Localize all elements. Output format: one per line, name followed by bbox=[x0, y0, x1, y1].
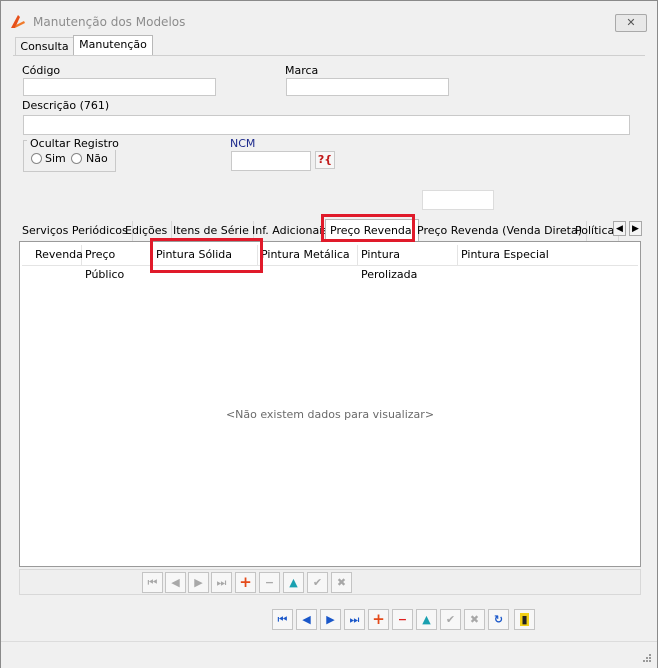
delete-button[interactable]: − bbox=[392, 609, 413, 630]
col-pintura-especial[interactable]: Pintura Especial bbox=[458, 245, 558, 265]
last-button[interactable]: ⏭ bbox=[344, 609, 365, 630]
next-button[interactable]: ▶ bbox=[320, 609, 341, 630]
grid-first-button[interactable]: ⏮ bbox=[142, 572, 163, 593]
first-record-icon: ⏮ bbox=[147, 576, 158, 589]
tabs-scroll-left[interactable]: ◀ bbox=[613, 221, 626, 236]
tab-politica[interactable]: Política bbox=[571, 221, 620, 241]
tab-manutencao[interactable]: Manutenção bbox=[73, 35, 153, 56]
close-button[interactable]: ✕ bbox=[615, 14, 647, 32]
ncm-input[interactable] bbox=[231, 151, 311, 171]
highlight-pintura-solida-column bbox=[150, 238, 263, 273]
help-icon: ?{ bbox=[317, 153, 333, 166]
grid-edit-button[interactable]: ▲ bbox=[283, 572, 304, 593]
descricao-label: Descrição (761) bbox=[22, 99, 110, 112]
col-preco-publico[interactable]: Preço Público bbox=[82, 245, 153, 281]
chevron-right-icon: ▶ bbox=[632, 224, 639, 234]
add-button[interactable]: + bbox=[368, 609, 389, 630]
prev-record-icon: ◀ bbox=[302, 613, 311, 626]
codigo-label: Código bbox=[22, 64, 61, 77]
prev-button[interactable]: ◀ bbox=[296, 609, 317, 630]
empty-message: <Não existem dados para visualizar> bbox=[225, 408, 435, 421]
marca-label: Marca bbox=[285, 64, 319, 77]
col-revenda[interactable]: Revenda bbox=[32, 245, 83, 265]
grid-confirm-button[interactable]: ✔ bbox=[307, 572, 328, 593]
grid-add-button[interactable]: + bbox=[235, 572, 256, 593]
col-pintura-perolizada[interactable]: Pintura Perolizada bbox=[358, 245, 458, 281]
tab-consulta[interactable]: Consulta bbox=[15, 37, 74, 56]
descricao-input[interactable] bbox=[23, 115, 630, 135]
marca-input[interactable] bbox=[286, 78, 449, 96]
last-record-icon: ⏭ bbox=[349, 613, 360, 626]
grid-delete-button[interactable]: − bbox=[259, 572, 280, 593]
cancel-icon: ✖ bbox=[336, 576, 347, 589]
ocultar-registro-label: Ocultar Registro bbox=[27, 137, 122, 150]
edit-up-icon: ▲ bbox=[422, 613, 431, 626]
add-icon: + bbox=[372, 610, 385, 628]
edit-button[interactable]: ▲ bbox=[416, 609, 437, 630]
exit-button[interactable]: ▮ bbox=[514, 609, 535, 630]
window-title: Manutenção dos Modelos bbox=[33, 15, 186, 29]
remove-icon: − bbox=[264, 576, 275, 589]
refresh-icon: ↻ bbox=[493, 613, 504, 626]
nao-radio[interactable] bbox=[71, 153, 82, 164]
add-icon: + bbox=[239, 573, 252, 591]
nao-label: Não bbox=[86, 152, 108, 165]
last-record-icon: ⏭ bbox=[216, 576, 227, 589]
status-bar bbox=[1, 641, 657, 668]
chevron-left-icon: ◀ bbox=[616, 224, 623, 234]
next-record-icon: ▶ bbox=[326, 613, 335, 626]
col-pintura-metalica[interactable]: Pintura Metálica bbox=[258, 245, 358, 265]
edit-up-icon: ▲ bbox=[289, 576, 298, 589]
check-icon: ✔ bbox=[445, 613, 456, 626]
grid-header: Revenda Preço Público Pintura Sólida Pin… bbox=[22, 245, 638, 281]
ncm-label: NCM bbox=[230, 137, 256, 150]
blank-field[interactable] bbox=[422, 190, 494, 210]
highlight-preco-revenda-tab bbox=[321, 214, 415, 242]
sim-radio[interactable] bbox=[31, 153, 42, 164]
ncm-lookup-button[interactable]: ?{ bbox=[315, 151, 335, 169]
preco-revenda-grid[interactable]: Revenda Preço Público Pintura Sólida Pin… bbox=[19, 241, 641, 567]
app-window: Manutenção dos Modelos ✕ Consulta Manute… bbox=[0, 0, 658, 668]
exit-door-icon: ▮ bbox=[520, 613, 529, 626]
remove-icon: − bbox=[397, 613, 408, 626]
grid-next-button[interactable]: ▶ bbox=[188, 572, 209, 593]
cancel-icon: ✖ bbox=[469, 613, 480, 626]
check-icon: ✔ bbox=[312, 576, 323, 589]
app-logo-icon bbox=[11, 15, 25, 28]
grid-last-button[interactable]: ⏭ bbox=[211, 572, 232, 593]
grid-prev-button[interactable]: ◀ bbox=[165, 572, 186, 593]
next-record-icon: ▶ bbox=[194, 576, 203, 589]
title-bar: Manutenção dos Modelos ✕ bbox=[1, 1, 657, 35]
first-button[interactable]: ⏮ bbox=[272, 609, 293, 630]
grid-navigator: ⏮ ◀ ▶ ⏭ + − ▲ ✔ ✖ bbox=[19, 569, 641, 595]
codigo-input[interactable] bbox=[23, 78, 216, 96]
resize-grip-icon[interactable] bbox=[641, 652, 651, 662]
cancel-button[interactable]: ✖ bbox=[464, 609, 485, 630]
grid-cancel-button[interactable]: ✖ bbox=[331, 572, 352, 593]
prev-record-icon: ◀ bbox=[171, 576, 180, 589]
tab-preco-revenda-venda-direta[interactable]: Preço Revenda (Venda Direta) bbox=[413, 221, 587, 241]
first-record-icon: ⏮ bbox=[277, 613, 288, 626]
sim-label: Sim bbox=[45, 152, 66, 165]
tabs-scroll-right[interactable]: ▶ bbox=[629, 221, 642, 236]
tab-servicos-periodicos[interactable]: Serviços Periódicos bbox=[18, 221, 133, 241]
confirm-button[interactable]: ✔ bbox=[440, 609, 461, 630]
refresh-button[interactable]: ↻ bbox=[488, 609, 509, 630]
